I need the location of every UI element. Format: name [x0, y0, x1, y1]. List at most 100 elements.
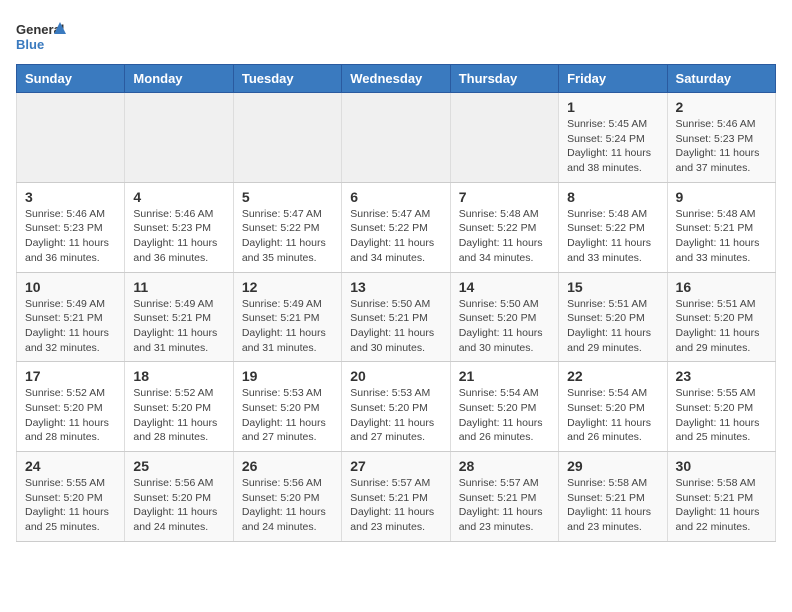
- day-number: 21: [459, 368, 550, 384]
- calendar-cell: [125, 93, 233, 183]
- day-info: Sunrise: 5:48 AMSunset: 5:22 PMDaylight:…: [567, 207, 658, 266]
- day-number: 5: [242, 189, 333, 205]
- calendar-cell: 7 Sunrise: 5:48 AMSunset: 5:22 PMDaylight…: [450, 182, 558, 272]
- day-number: 23: [676, 368, 767, 384]
- calendar-cell: 8 Sunrise: 5:48 AMSunset: 5:22 PMDaylight…: [559, 182, 667, 272]
- day-info: Sunrise: 5:52 AMSunset: 5:20 PMDaylight:…: [25, 386, 116, 445]
- logo-icon: General Blue: [16, 16, 66, 56]
- calendar-week-row: 3 Sunrise: 5:46 AMSunset: 5:23 PMDaylight…: [17, 182, 776, 272]
- day-number: 24: [25, 458, 116, 474]
- calendar-header: SundayMondayTuesdayWednesdayThursdayFrid…: [17, 65, 776, 93]
- weekday-header-monday: Monday: [125, 65, 233, 93]
- day-number: 1: [567, 99, 658, 115]
- day-number: 18: [133, 368, 224, 384]
- calendar-cell: 11Sunrise: 5:49 AMSunset: 5:21 PMDayligh…: [125, 272, 233, 362]
- day-info: Sunrise: 5:48 AMSunset: 5:21 PMDaylight:…: [676, 207, 767, 266]
- day-number: 22: [567, 368, 658, 384]
- day-number: 10: [25, 279, 116, 295]
- calendar-cell: 23 Sunrise: 5:55 AMSunset: 5:20 PMDayligh…: [667, 362, 775, 452]
- day-number: 27: [350, 458, 441, 474]
- day-info: Sunrise: 5:50 AMSunset: 5:21 PMDaylight:…: [350, 297, 441, 356]
- calendar-week-row: 10 Sunrise: 5:49 AMSunset: 5:21 PMDayligh…: [17, 272, 776, 362]
- calendar-week-row: 24 Sunrise: 5:55 AMSunset: 5:20 PMDayligh…: [17, 452, 776, 542]
- day-info: Sunrise: 5:54 AMSunset: 5:20 PMDaylight:…: [459, 386, 550, 445]
- weekday-header-tuesday: Tuesday: [233, 65, 341, 93]
- day-info: Sunrise: 5:51 AMSunset: 5:20 PMDaylight:…: [676, 297, 767, 356]
- calendar-cell: 27 Sunrise: 5:57 AMSunset: 5:21 PMDayligh…: [342, 452, 450, 542]
- calendar-cell: [342, 93, 450, 183]
- day-number: 29: [567, 458, 658, 474]
- day-number: 12: [242, 279, 333, 295]
- day-number: 30: [676, 458, 767, 474]
- weekday-header-sunday: Sunday: [17, 65, 125, 93]
- calendar-cell: 28 Sunrise: 5:57 AMSunset: 5:21 PMDayligh…: [450, 452, 558, 542]
- day-number: 14: [459, 279, 550, 295]
- day-number: 8: [567, 189, 658, 205]
- calendar-cell: 22 Sunrise: 5:54 AMSunset: 5:20 PMDayligh…: [559, 362, 667, 452]
- day-info: Sunrise: 5:52 AMSunset: 5:20 PMDaylight:…: [133, 386, 224, 445]
- weekday-header-thursday: Thursday: [450, 65, 558, 93]
- calendar-cell: 25 Sunrise: 5:56 AMSunset: 5:20 PMDayligh…: [125, 452, 233, 542]
- day-number: 25: [133, 458, 224, 474]
- calendar-cell: 26 Sunrise: 5:56 AMSunset: 5:20 PMDayligh…: [233, 452, 341, 542]
- calendar-cell: 1 Sunrise: 5:45 AMSunset: 5:24 PMDaylight…: [559, 93, 667, 183]
- day-info: Sunrise: 5:46 AMSunset: 5:23 PMDaylight:…: [25, 207, 116, 266]
- day-number: 11: [133, 279, 224, 295]
- calendar-cell: [450, 93, 558, 183]
- day-info: Sunrise: 5:58 AMSunset: 5:21 PMDaylight:…: [567, 476, 658, 535]
- weekday-header-saturday: Saturday: [667, 65, 775, 93]
- calendar-cell: 24 Sunrise: 5:55 AMSunset: 5:20 PMDayligh…: [17, 452, 125, 542]
- day-info: Sunrise: 5:58 AMSunset: 5:21 PMDaylight:…: [676, 476, 767, 535]
- day-number: 28: [459, 458, 550, 474]
- day-number: 26: [242, 458, 333, 474]
- day-info: Sunrise: 5:49 AMSunset: 5:21 PMDaylight:…: [25, 297, 116, 356]
- calendar-cell: 9 Sunrise: 5:48 AMSunset: 5:21 PMDaylight…: [667, 182, 775, 272]
- day-info: Sunrise: 5:47 AMSunset: 5:22 PMDaylight:…: [242, 207, 333, 266]
- day-info: Sunrise: 5:46 AMSunset: 5:23 PMDaylight:…: [676, 117, 767, 176]
- day-info: Sunrise: 5:47 AMSunset: 5:22 PMDaylight:…: [350, 207, 441, 266]
- day-info: Sunrise: 5:56 AMSunset: 5:20 PMDaylight:…: [133, 476, 224, 535]
- calendar-cell: 14 Sunrise: 5:50 AMSunset: 5:20 PMDayligh…: [450, 272, 558, 362]
- day-info: Sunrise: 5:54 AMSunset: 5:20 PMDaylight:…: [567, 386, 658, 445]
- day-info: Sunrise: 5:45 AMSunset: 5:24 PMDaylight:…: [567, 117, 658, 176]
- calendar-cell: [233, 93, 341, 183]
- day-info: Sunrise: 5:57 AMSunset: 5:21 PMDaylight:…: [350, 476, 441, 535]
- calendar-week-row: 1 Sunrise: 5:45 AMSunset: 5:24 PMDaylight…: [17, 93, 776, 183]
- calendar-cell: 6 Sunrise: 5:47 AMSunset: 5:22 PMDaylight…: [342, 182, 450, 272]
- day-info: Sunrise: 5:49 AMSunset: 5:21 PMDaylight:…: [242, 297, 333, 356]
- day-number: 13: [350, 279, 441, 295]
- day-info: Sunrise: 5:55 AMSunset: 5:20 PMDaylight:…: [25, 476, 116, 535]
- day-number: 17: [25, 368, 116, 384]
- calendar-cell: 5 Sunrise: 5:47 AMSunset: 5:22 PMDaylight…: [233, 182, 341, 272]
- calendar-cell: 18 Sunrise: 5:52 AMSunset: 5:20 PMDayligh…: [125, 362, 233, 452]
- weekday-header-row: SundayMondayTuesdayWednesdayThursdayFrid…: [17, 65, 776, 93]
- day-number: 7: [459, 189, 550, 205]
- calendar-cell: 4 Sunrise: 5:46 AMSunset: 5:23 PMDaylight…: [125, 182, 233, 272]
- calendar-cell: 3 Sunrise: 5:46 AMSunset: 5:23 PMDaylight…: [17, 182, 125, 272]
- calendar-cell: 2 Sunrise: 5:46 AMSunset: 5:23 PMDaylight…: [667, 93, 775, 183]
- calendar-cell: 16 Sunrise: 5:51 AMSunset: 5:20 PMDayligh…: [667, 272, 775, 362]
- day-info: Sunrise: 5:57 AMSunset: 5:21 PMDaylight:…: [459, 476, 550, 535]
- day-number: 9: [676, 189, 767, 205]
- day-number: 3: [25, 189, 116, 205]
- day-number: 6: [350, 189, 441, 205]
- calendar-body: 1 Sunrise: 5:45 AMSunset: 5:24 PMDaylight…: [17, 93, 776, 542]
- day-number: 16: [676, 279, 767, 295]
- calendar-cell: 29 Sunrise: 5:58 AMSunset: 5:21 PMDayligh…: [559, 452, 667, 542]
- day-info: Sunrise: 5:50 AMSunset: 5:20 PMDaylight:…: [459, 297, 550, 356]
- day-info: Sunrise: 5:48 AMSunset: 5:22 PMDaylight:…: [459, 207, 550, 266]
- day-number: 2: [676, 99, 767, 115]
- day-number: 4: [133, 189, 224, 205]
- day-number: 15: [567, 279, 658, 295]
- calendar-cell: 15Sunrise: 5:51 AMSunset: 5:20 PMDayligh…: [559, 272, 667, 362]
- day-info: Sunrise: 5:46 AMSunset: 5:23 PMDaylight:…: [133, 207, 224, 266]
- day-number: 19: [242, 368, 333, 384]
- day-info: Sunrise: 5:55 AMSunset: 5:20 PMDaylight:…: [676, 386, 767, 445]
- calendar-cell: 19Sunrise: 5:53 AMSunset: 5:20 PMDayligh…: [233, 362, 341, 452]
- calendar-cell: 17 Sunrise: 5:52 AMSunset: 5:20 PMDayligh…: [17, 362, 125, 452]
- logo: General Blue: [16, 16, 66, 56]
- calendar-table: SundayMondayTuesdayWednesdayThursdayFrid…: [16, 64, 776, 542]
- weekday-header-friday: Friday: [559, 65, 667, 93]
- day-info: Sunrise: 5:56 AMSunset: 5:20 PMDaylight:…: [242, 476, 333, 535]
- page-header: General Blue: [16, 16, 776, 56]
